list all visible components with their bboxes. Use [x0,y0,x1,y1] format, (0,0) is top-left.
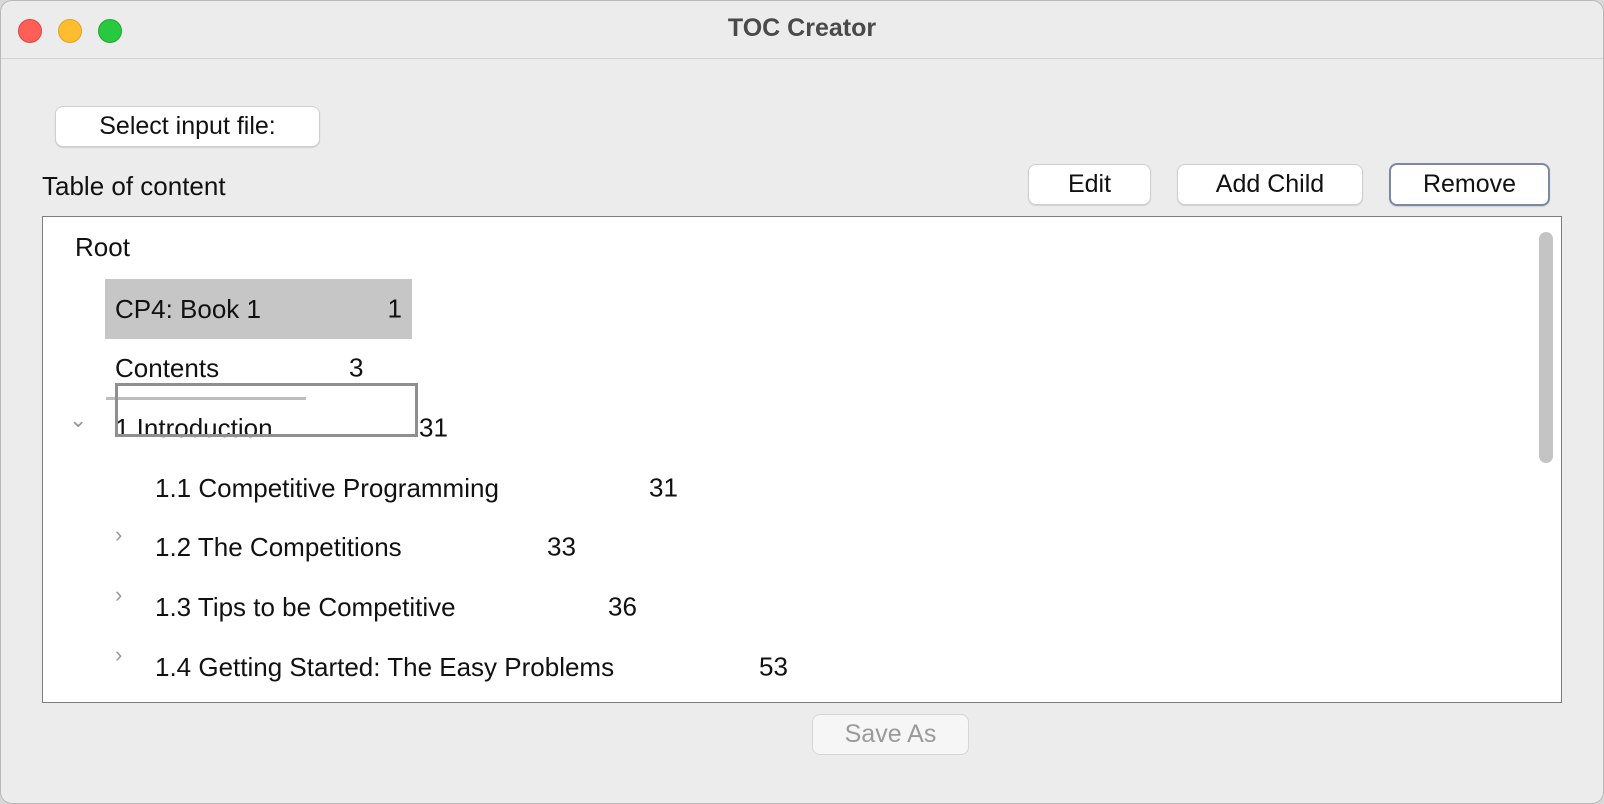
tree-root[interactable]: Root [75,217,130,277]
window-title: TOC Creator [727,14,877,42]
tree-item-title: 1.2 The Competitions [155,531,402,562]
tree-item-book[interactable]: CP4: Book 1 1 [105,279,412,339]
edit-button[interactable]: Edit [1028,164,1151,205]
tree-item-page: 53 [759,651,788,682]
tree-item-page: 33 [547,531,576,562]
chevron-right-icon[interactable]: › [115,582,122,608]
tree-item-title: 1.1 Competitive Programming [155,472,499,503]
tree-item-page: 31 [649,472,678,503]
chevron-down-icon[interactable]: ⌄ [69,407,87,433]
vertical-scrollbar[interactable] [1539,232,1553,463]
remove-button[interactable]: Remove [1389,163,1550,206]
tree-item-title: 1.3 Tips to be Competitive [155,591,456,622]
tree-item-1-2[interactable]: 1.2 The Competitions 33 [155,517,595,577]
select-input-file-button[interactable]: Select input file: [55,106,320,147]
tree-item-1-1[interactable]: 1.1 Competitive Programming 31 [155,458,695,518]
toc-tree[interactable]: Root CP4: Book 1 1 Contents 3 ⌄ 1 Introd… [42,216,1562,703]
tree-item-title: Contents [115,352,220,383]
add-child-button[interactable]: Add Child [1177,164,1363,205]
tree-item-page: 1 [387,293,402,324]
tree-item-page: 31 [419,412,448,443]
chevron-right-icon[interactable]: › [115,642,122,668]
tree-item-title: 1.4 Getting Started: The Easy Problems [155,651,615,682]
tree-item-page: 36 [608,591,637,622]
title-bar: TOC Creator [1,1,1603,59]
chevron-right-icon[interactable]: › [115,522,122,548]
save-as-button[interactable]: Save As [812,714,969,755]
tree-root-label: Root [75,231,130,262]
tree-item-page: 3 [349,352,364,383]
app-window: TOC Creator Select input file: Table of … [0,0,1604,804]
table-of-content-label: Table of content [42,171,226,201]
tree-item-1-4[interactable]: 1.4 Getting Started: The Easy Problems 5… [155,637,815,697]
tree-item-1-3[interactable]: 1.3 Tips to be Competitive 36 [155,577,655,637]
inline-edit-box[interactable] [115,383,418,437]
tree-item-title: CP4: Book 1 [115,293,261,324]
